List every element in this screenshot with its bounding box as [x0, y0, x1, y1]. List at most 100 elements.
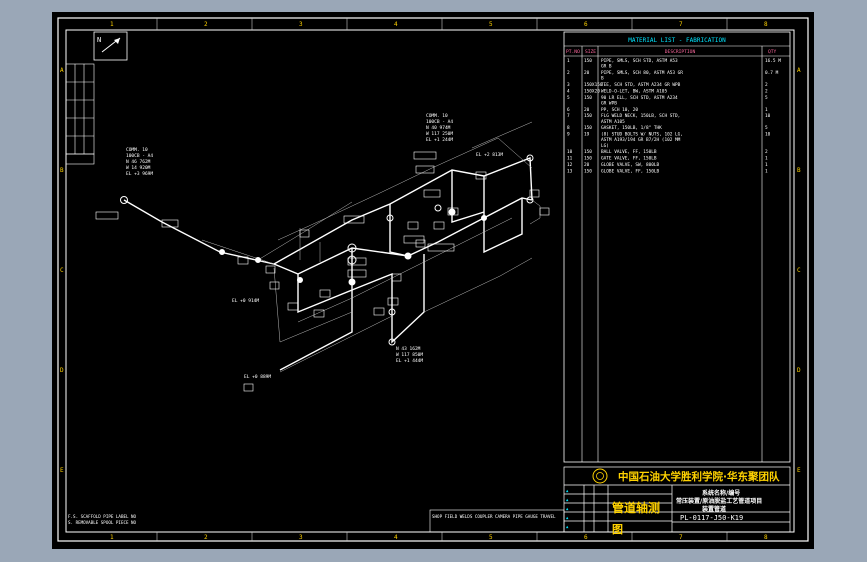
material-size: 150 [584, 113, 592, 119]
elbow-fitting [255, 257, 261, 263]
material-item-no: 11 [567, 156, 573, 162]
material-description: WELD-O-LET, BW, ASTM A105 [601, 88, 667, 94]
annotation-text: 100CB - A4 [426, 119, 453, 125]
material-description: FLG WELD NECK, 150LB, SCH STD, [601, 113, 680, 119]
material-qty: 2 [765, 88, 768, 94]
bottom-ruler [156, 532, 728, 541]
top-ruler-label: 3 [299, 21, 303, 28]
drawing-number: PL-0117-J50-K19 [680, 514, 743, 522]
valve-symbol [481, 215, 487, 221]
material-qty: 5 [765, 95, 768, 101]
university-name: 中国石油大学胜利学院·华东聚团队 [618, 470, 780, 483]
material-qty: 10 [765, 113, 771, 119]
annotation-text: COMM. 10 [126, 147, 148, 153]
top-ruler [156, 18, 728, 30]
bottom-ruler-label: 6 [584, 534, 588, 541]
material-qty: 0.7 M [765, 70, 779, 76]
annotation-text: EL +1 444M [396, 358, 423, 364]
part-callouts [95, 151, 550, 392]
bottom-glyph: 图 [612, 523, 623, 536]
material-qty: 16.5 M [765, 58, 781, 64]
material-item-no: 2 [567, 70, 570, 76]
annotation-text: N 40 974M [426, 125, 451, 131]
col-header-desc: DESCRIPTION [665, 49, 696, 55]
valve-symbol [434, 204, 442, 212]
north-arrow: N [93, 31, 128, 61]
material-item-no: 13 [567, 168, 573, 174]
col-header-qty: QTY [768, 49, 777, 55]
annotation-text: N 43 162M [396, 346, 421, 352]
material-size: 150 [584, 149, 592, 155]
bottom-ruler-label: 3 [299, 534, 303, 541]
annotation-text: EL +2 813M [476, 152, 503, 158]
material-size: 150 [584, 168, 592, 174]
material-description: B [601, 76, 604, 82]
top-ruler-label: 1 [110, 21, 114, 28]
top-ruler-label: 8 [764, 21, 768, 28]
material-item-no: 12 [567, 162, 573, 168]
material-qty: 2 [765, 149, 768, 155]
valve-symbol [448, 208, 456, 216]
isometric-piping-drawing: 1 2 3 4 5 6 7 8 1 2 3 4 5 6 7 8 A B C D … [57, 17, 809, 542]
material-item-no: 8 [567, 125, 570, 131]
material-size: 150 [584, 95, 592, 101]
bottom-ruler-label: 4 [394, 534, 398, 541]
outer-border [57, 17, 809, 542]
material-description: BALL VALVE, FF, 150LB [601, 149, 657, 155]
material-item-no: 4 [567, 88, 570, 94]
revision-strip [65, 63, 95, 165]
material-qty: 2 [765, 82, 768, 88]
material-size: 150X20 [584, 88, 600, 94]
material-size: 150 [584, 58, 592, 64]
right-ruler-label: E [797, 467, 801, 474]
project-line: 系统名称/编号 [702, 489, 740, 497]
material-list-table: MATERIAL LIST - FABRICATION PT.NO SIZE D… [563, 31, 791, 463]
annotation-text: EL +0 889M [244, 374, 271, 380]
material-description: ASTM A105 [601, 119, 625, 125]
svg-text:▲: ▲ [566, 488, 569, 493]
bottom-ruler-label: 5 [489, 534, 493, 541]
material-size: 20 [584, 107, 590, 113]
material-description: GLOBE VALVE, FF, 150LB [601, 168, 660, 174]
north-label: N [97, 36, 101, 44]
material-description: 90 LR ELL, SCH STD, ASTM A234 [601, 95, 678, 101]
weld-summary-strip: SHOP FIELD WELDS COUPLER CAMERA PIPE GAU… [432, 514, 556, 519]
valve-symbol [348, 278, 356, 286]
material-item-no: 10 [567, 149, 573, 155]
drawing-title: 管道轴测 [612, 500, 660, 515]
top-ruler-label: 7 [679, 21, 683, 28]
material-description: (8) STUD BOLTS W/ NUTS, 102 LG, [601, 132, 683, 138]
svg-text:▲: ▲ [566, 524, 569, 529]
svg-text:▲: ▲ [566, 515, 569, 520]
material-description: LG) [601, 143, 609, 149]
left-ruler-label: E [60, 467, 64, 474]
material-size: 150 [584, 125, 592, 131]
annotation-text: 100CB - A4 [126, 153, 153, 159]
pipe-route [123, 156, 533, 371]
fittings [120, 154, 534, 346]
valve-symbol [404, 252, 412, 260]
material-description: GR B [601, 64, 612, 70]
annotation-text: EL +1 244M [426, 137, 453, 143]
col-header-item: PT.NO [566, 49, 580, 55]
annotation-text: EL +3 969M [126, 171, 153, 177]
material-qty: 5 [765, 125, 768, 131]
annotation-text: W 117 850M [396, 352, 423, 358]
material-description: TEE, SCH STD, ASTM A234 GR WPB [601, 82, 681, 88]
material-description: PIPE, SMLS, SCH STD, ASTM A53 [601, 58, 678, 64]
col-header-size: SIZE [585, 49, 596, 55]
material-size: 20 [584, 70, 590, 76]
material-description: ASTM A193/194 GR B7/2H (102 MM [601, 137, 681, 143]
material-description: GR WPB [601, 100, 617, 106]
material-size: 19 [584, 132, 590, 138]
right-ruler-label: C [797, 267, 801, 274]
left-ruler-label: A [60, 67, 64, 74]
note-line: S. REMOVABLE SPOOL PIECE NO [68, 520, 137, 525]
material-size: 20 [584, 162, 590, 168]
material-description: PIPE, SMLS, SCH 80, ASTM A53 GR [601, 70, 683, 76]
project-line: 常压装置/原油脱盐工艺管道项目 [676, 497, 762, 505]
material-list-rows: 1 150 16.5 MPIPE, SMLS, SCH STD, ASTM A53G… [567, 58, 781, 174]
top-ruler-label: 5 [489, 21, 493, 28]
elbow-fitting [219, 249, 225, 255]
top-ruler-label: 6 [584, 21, 588, 28]
